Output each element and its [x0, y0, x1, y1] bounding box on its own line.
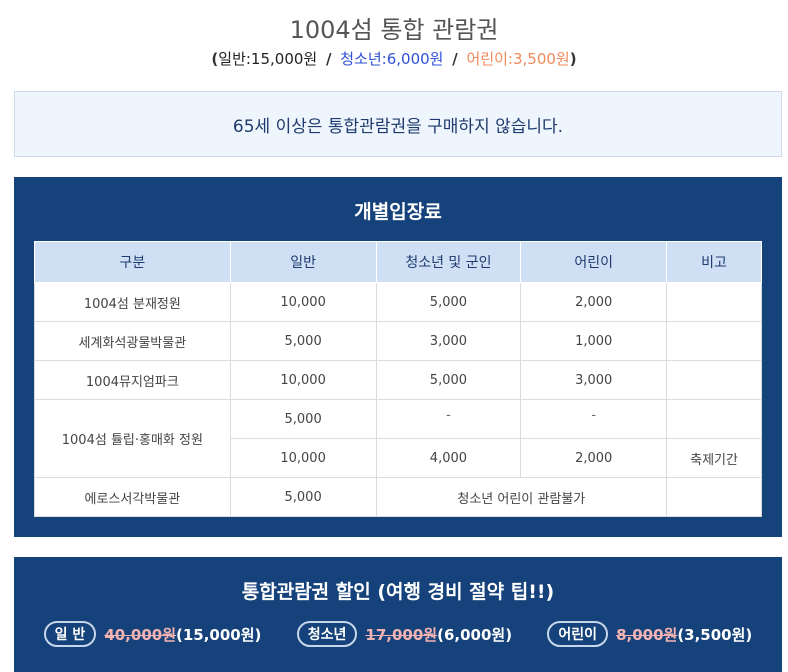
- venue-name: 에로스서각박물관: [34, 477, 231, 517]
- fee-table: 구분 일반 청소년 및 군인 어린이 비고 1004섬 분재정원 10,000 …: [34, 241, 762, 517]
- discount-item-adult: 일 반 40,000원 (15,000원): [43, 621, 262, 647]
- category-badge: 일 반: [43, 621, 97, 647]
- discount-item-child: 어린이 8,000원 (3,500원): [547, 621, 752, 647]
- table-row: 세계화석광물박물관 5,000 3,000 1,000: [34, 321, 762, 361]
- column-header: 비고: [666, 241, 762, 283]
- youth-fee: -: [375, 399, 522, 439]
- child-fee: 2,000: [520, 282, 668, 322]
- youth-fee: 3,000: [375, 321, 522, 361]
- page-title: 1004섬 통합 관람권: [289, 16, 499, 44]
- table-row: 1004섬 튤립·홍매화 정원 5,000 - -: [34, 399, 762, 478]
- original-price: 40,000원: [104, 625, 176, 644]
- child-fee: 1,000: [520, 321, 668, 361]
- close-paren: ): [569, 50, 577, 68]
- note-cell: [666, 321, 762, 361]
- note-cell: [666, 282, 762, 322]
- table-row: 에로스서각박물관 5,000 청소년 어린이 관람불가: [34, 477, 762, 517]
- adult-price: 일반:15,000원: [218, 50, 318, 68]
- adult-fee: 10,000: [229, 438, 377, 478]
- venue-name: 1004뮤지엄파크: [34, 360, 231, 400]
- note-cell: [666, 360, 762, 400]
- adult-fee: 5,000: [229, 477, 377, 517]
- column-header: 일반: [229, 241, 377, 283]
- discounted-price: (3,500원): [677, 625, 753, 644]
- discount-title: 통합관람권 할인 (여행 경비 절약 팁!!): [241, 581, 555, 603]
- discount-list: 일 반 40,000원 (15,000원) 청소년 17,000원 (6,000…: [14, 621, 782, 647]
- discount-item-youth: 청소년 17,000원 (6,000원): [296, 621, 513, 647]
- venue-name: 세계화석광물박물관: [34, 321, 231, 361]
- separator: /: [326, 50, 332, 68]
- senior-notice: 65세 이상은 통합관람권을 구매하지 않습니다.: [14, 91, 782, 157]
- original-price: 8,000원: [616, 625, 678, 644]
- discounted-price: (6,000원): [437, 625, 513, 644]
- table-row: 1004섬 분재정원 10,000 5,000 2,000: [34, 282, 762, 322]
- youth-fee: 4,000: [375, 438, 522, 478]
- price-summary: (일반:15,000원 / 청소년:6,000원 / 어린이:3,500원): [0, 48, 788, 69]
- adult-fee: 5,000: [229, 399, 377, 439]
- youth-fee: 5,000: [375, 360, 522, 400]
- column-header: 청소년 및 군인: [375, 241, 522, 283]
- category-badge: 어린이: [547, 621, 609, 647]
- individual-fee-panel: 개별입장료 구분 일반 청소년 및 군인 어린이 비고 1004섬 분재정원 1…: [14, 177, 782, 537]
- child-price: 어린이:3,500원: [466, 50, 570, 68]
- adult-fee: 5,000: [229, 321, 377, 361]
- note-cell: [666, 477, 762, 517]
- category-badge: 청소년: [296, 621, 358, 647]
- separator: /: [452, 50, 458, 68]
- adult-fee: 10,000: [229, 360, 377, 400]
- individual-fee-title: 개별입장료: [354, 201, 442, 223]
- venue-name: 1004섬 분재정원: [34, 282, 231, 322]
- youth-fee: 5,000: [375, 282, 522, 322]
- table-row: 1004뮤지엄파크 10,000 5,000 3,000: [34, 360, 762, 400]
- child-fee: -: [520, 399, 668, 439]
- child-fee: 3,000: [520, 360, 668, 400]
- adult-fee: 10,000: [229, 282, 377, 322]
- table-header-row: 구분 일반 청소년 및 군인 어린이 비고: [34, 241, 762, 283]
- youth-price: 청소년:6,000원: [340, 50, 444, 68]
- discount-panel: 통합관람권 할인 (여행 경비 절약 팁!!) 일 반 40,000원 (15,…: [14, 557, 782, 672]
- column-header: 어린이: [520, 241, 668, 283]
- discounted-price: (15,000원): [176, 625, 262, 644]
- note-cell: 축제기간: [666, 438, 762, 478]
- restriction-note: 청소년 어린이 관람불가: [375, 477, 668, 517]
- note-cell: [666, 399, 762, 439]
- original-price: 17,000원: [365, 625, 438, 644]
- child-fee: 2,000: [520, 438, 668, 478]
- venue-name: 1004섬 튤립·홍매화 정원: [34, 399, 231, 478]
- column-header: 구분: [34, 241, 231, 283]
